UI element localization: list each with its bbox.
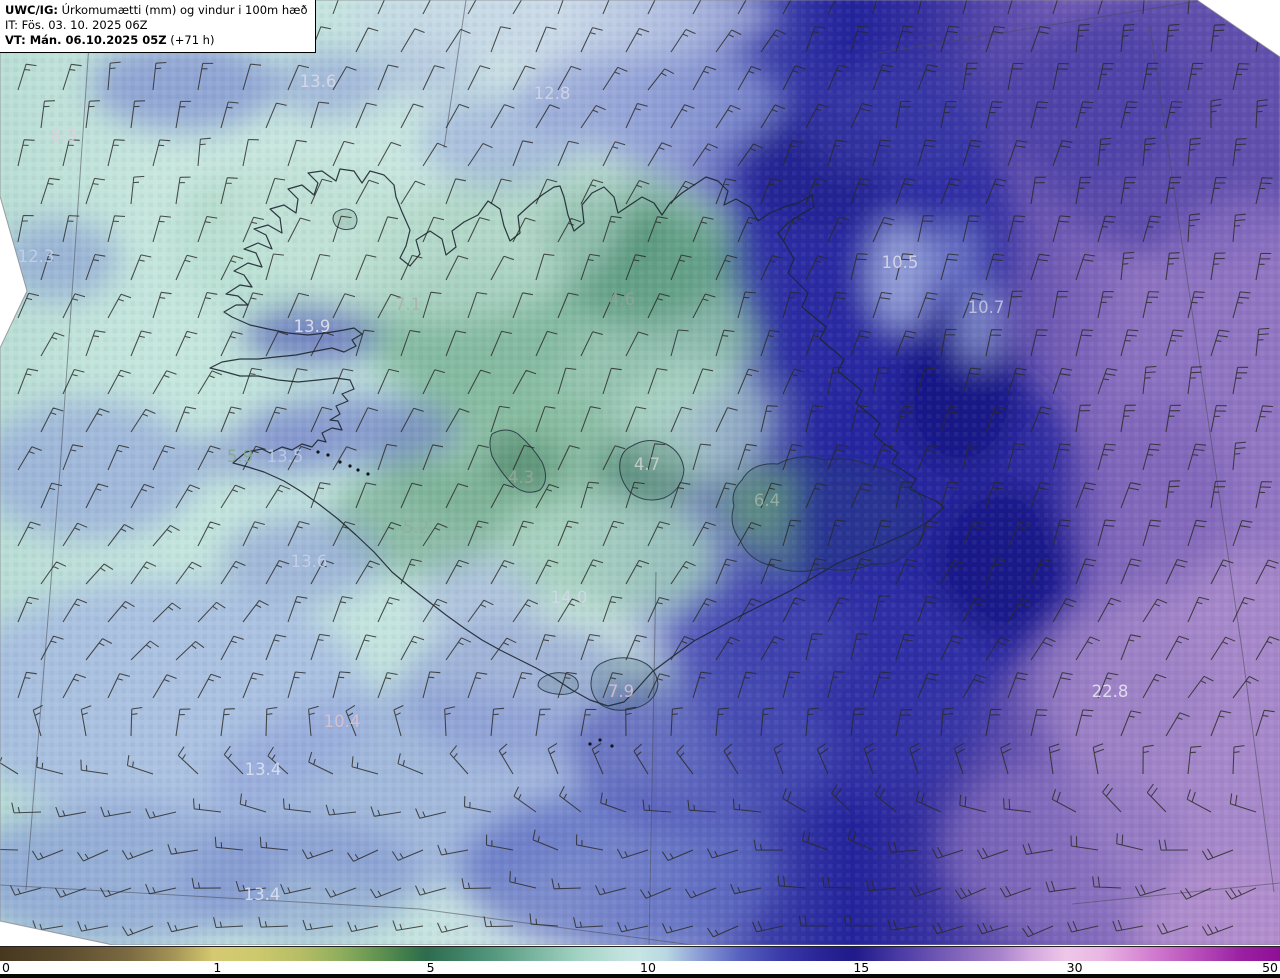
precip-value-label: 13.4 <box>245 760 282 779</box>
glacier-outline <box>332 208 358 231</box>
title-box: UWC/IG: Úrkomumætti (mm) og vindur i 100… <box>0 0 316 53</box>
precip-value-label: 6.4 <box>754 491 780 510</box>
colorbar-tick: 1 <box>213 960 222 975</box>
island-dot <box>348 464 352 468</box>
colorbar-tick: 5 <box>426 960 435 975</box>
precip-value-label: 22.8 <box>1092 682 1129 701</box>
colorbar-tick-labels: 0 1 5 10 15 30 50 <box>0 960 1280 975</box>
colorbar-baseline <box>0 974 1280 978</box>
map-title: Úrkomumætti (mm) og vindur i 100m hæð <box>57 3 308 17</box>
precip-value-label: 4.7 <box>634 455 660 474</box>
precip-value-label: 10.4 <box>324 712 361 731</box>
island-dot <box>588 742 592 746</box>
valid-time-line: VT: Mán. 06.10.2025 05Z (+71 h) <box>5 33 308 48</box>
map-layers: 13.6 12.8 8.9 12.3 13.9 7.1 4.6 10.5 10.7 5.9 13.5… <box>0 0 1280 945</box>
precip-value-label: 8.9 <box>51 126 77 145</box>
precip-value-label: 4.6 <box>609 290 635 309</box>
weather-map-page: 13.6 12.8 8.9 12.3 13.9 7.1 4.6 10.5 10.7 5.9 13.5… <box>0 0 1280 978</box>
colorbar-tick: 0 <box>2 960 10 975</box>
island-dot <box>366 472 370 476</box>
island-dot <box>598 738 602 742</box>
precip-value-label: 12.8 <box>534 84 571 103</box>
precip-value-label: 13.5 <box>267 447 304 466</box>
colorbar-tick: 10 <box>640 960 656 975</box>
island-dot <box>356 468 360 472</box>
valid-time: VT: Mán. 06.10.2025 05Z <box>5 33 167 47</box>
colorbar: 0 1 5 10 15 30 50 <box>0 946 1280 978</box>
island-dot <box>610 744 614 748</box>
colorbar-tick: 50 <box>1262 960 1278 975</box>
colorbar-tick: 30 <box>1066 960 1083 975</box>
precip-value-label: 14.0 <box>551 588 588 607</box>
precip-value-label: 13.9 <box>294 317 331 336</box>
map-canvas: 13.6 12.8 8.9 12.3 13.9 7.1 4.6 10.5 10.7 5.9 13.5… <box>0 0 1280 945</box>
precip-value-label: 13.6 <box>291 552 328 571</box>
colorbar-tick: 15 <box>853 960 870 975</box>
precip-value-label: 5.9 <box>227 447 253 466</box>
precip-value-label: 7.1 <box>395 295 421 314</box>
title-line-1: UWC/IG: Úrkomumætti (mm) og vindur i 100… <box>5 3 308 18</box>
island-dot <box>326 453 330 457</box>
precip-value-label: 13.6 <box>300 72 337 91</box>
precip-value-label: 13.4 <box>244 885 281 904</box>
precip-value-label: 10.7 <box>968 298 1005 317</box>
init-time: IT: Fös. 03. 10. 2025 06Z <box>5 18 148 32</box>
glacier-outline <box>731 456 925 572</box>
precip-value-label: 10.5 <box>882 253 919 272</box>
precip-value-label: 4.3 <box>508 468 534 487</box>
precip-value-label: 5.2 <box>403 518 429 537</box>
precip-value-label: 7.9 <box>608 682 634 701</box>
island-dot <box>316 450 320 454</box>
precip-value-label: 12.3 <box>18 247 55 266</box>
valid-offset: (+71 h) <box>166 33 215 47</box>
product-code: UWC/IG: <box>5 3 58 17</box>
